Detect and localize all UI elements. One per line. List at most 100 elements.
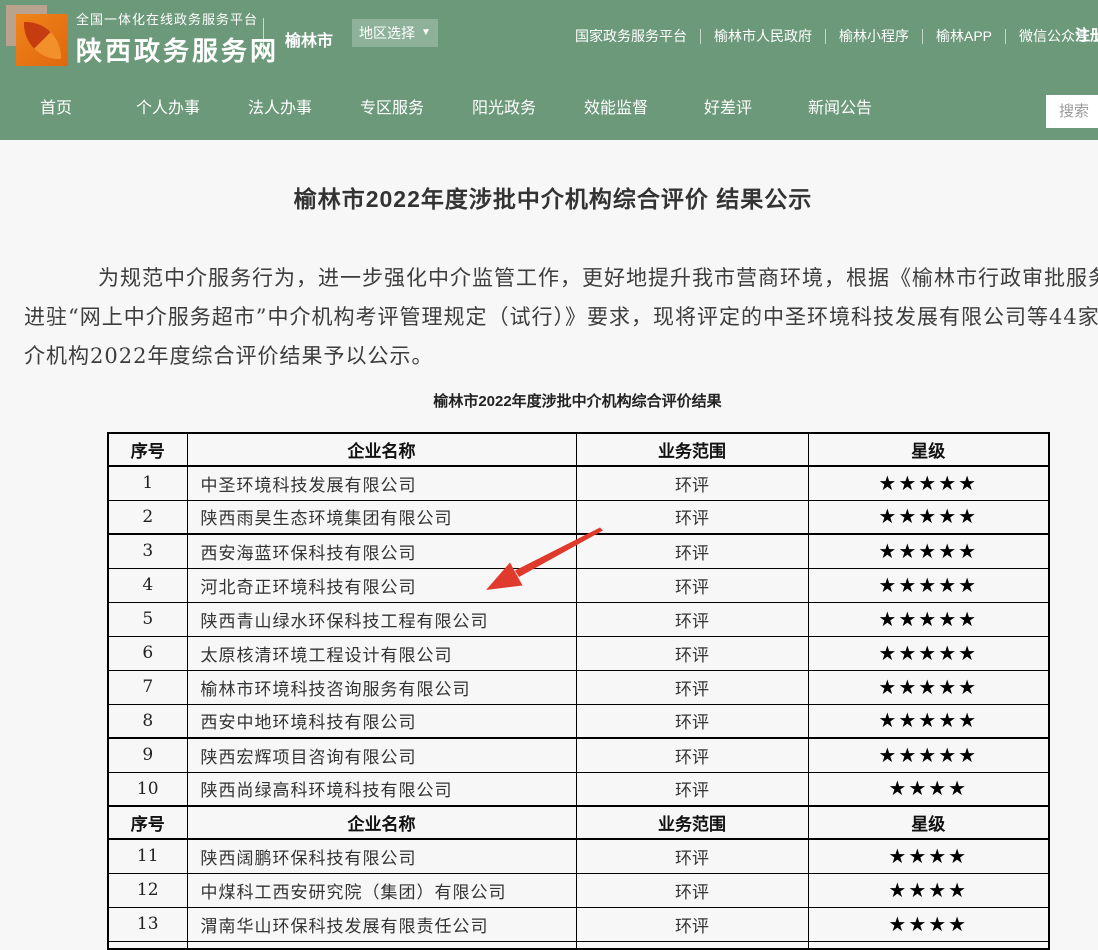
cell-name: 西安中地环境科技有限公司 [187,704,576,738]
cell-no: 10 [108,772,187,806]
cell-scope: 环评 [576,636,808,670]
star-rating: ★★★★ [808,772,1049,806]
cell-scope: 环评 [576,704,808,738]
column-header: 序号 [108,433,187,466]
cell-name: 陕西青山绿水环保科技工程有限公司 [187,602,576,636]
cell-no: 5 [108,602,187,636]
cell-name: 陕西雨昊生态环境集团有限公司 [187,500,576,534]
nav-item[interactable]: 新闻公告 [784,94,896,118]
nav-item[interactable]: 专区服务 [336,94,448,118]
column-header: 业务范围 [576,433,808,466]
region-selector-button[interactable]: 地区选择 ▼ [352,19,438,47]
cell-name: 中煤科工西安研究院（集团）有限公司 [187,873,576,907]
nav-menu: 首页个人办事法人办事专区服务阳光政务效能监督好差评新闻公告 [0,72,1098,140]
table-row: 6太原核清环境工程设计有限公司环评★★★★★ [108,636,1049,670]
nav-item[interactable]: 法人办事 [224,94,336,118]
cell-no: 6 [108,636,187,670]
cell-no: 13 [108,907,187,941]
star-rating: ★★★★★ [808,500,1049,534]
platform-tagline: 全国一体化在线政务服务平台 [76,9,279,28]
table-caption: 榆林市2022年度涉批中介机构综合评价结果 [107,390,1048,411]
main-navigation-bar: 首页个人办事法人办事专区服务阳光政务效能监督好差评新闻公告 [0,72,1098,140]
cell-scope: 环评 [576,568,808,602]
star-rating: ★★★★ [808,839,1049,873]
star-rating: ★★★★ [808,907,1049,941]
chevron-down-icon: ▼ [421,28,431,38]
star-rating: ★★★★★ [808,704,1049,738]
header-link[interactable]: 榆林小程序 [839,26,909,46]
cell-name: 渭南华山环保科技发展有限责任公司 [187,907,576,941]
cell-name: 陕西尚绿高科环境科技有限公司 [187,772,576,806]
cell-scope: 环评 [576,534,808,568]
cell-name: 榆林市环境科技咨询服务有限公司 [187,670,576,704]
table-row: 1中圣环境科技发展有限公司环评★★★★★ [108,466,1049,500]
star-rating: ★★★★★ [808,466,1049,500]
table-row-partial [108,941,1049,949]
star-rating: ★★★★★ [808,534,1049,568]
nav-item[interactable]: 个人办事 [112,94,224,118]
cell-no: 4 [108,568,187,602]
results-table: 序号企业名称业务范围星级1中圣环境科技发展有限公司环评★★★★★2陕西雨昊生态环… [107,432,1050,950]
nav-item[interactable]: 首页 [0,94,112,118]
site-name: 陕西政务服务网 [76,31,279,68]
brand-block: 全国一体化在线政务服务平台 陕西政务服务网 [76,9,279,68]
site-logo-icon [6,5,66,67]
star-rating: ★★★★★ [808,670,1049,704]
logo-orange-square [16,14,68,66]
header-link[interactable]: 榆林市人民政府 [714,26,812,46]
link-separator [1005,29,1006,44]
star-rating: ★★★★★ [808,602,1049,636]
nav-item[interactable]: 效能监督 [560,94,672,118]
current-city-label: 榆林市 [285,27,333,51]
empty-cell [576,941,808,949]
table-row: 9陕西宏辉项目咨询有限公司环评★★★★★ [108,738,1049,772]
brand-divider [263,18,264,58]
table-row: 3西安海蓝环保科技有限公司环评★★★★★ [108,534,1049,568]
column-header: 星级 [808,806,1049,839]
cell-no: 3 [108,534,187,568]
header-link[interactable]: 榆林APP [936,26,992,46]
column-header: 序号 [108,806,187,839]
cell-scope: 环评 [576,466,808,500]
cell-scope: 环评 [576,670,808,704]
cell-name: 河北奇正环境科技有限公司 [187,568,576,602]
link-separator [825,29,826,44]
cell-no: 11 [108,839,187,873]
column-header: 企业名称 [187,433,576,466]
column-header: 企业名称 [187,806,576,839]
region-selector-label: 地区选择 [359,23,415,43]
cell-name: 西安海蓝环保科技有限公司 [187,534,576,568]
star-rating: ★★★★★ [808,636,1049,670]
table-row: 12中煤科工西安研究院（集团）有限公司环评★★★★ [108,873,1049,907]
nav-item[interactable]: 阳光政务 [448,94,560,118]
table-header-row: 序号企业名称业务范围星级 [108,806,1049,839]
link-separator [922,29,923,44]
cell-no: 8 [108,704,187,738]
empty-cell [187,941,576,949]
star-rating: ★★★★★ [808,568,1049,602]
cell-scope: 环评 [576,839,808,873]
nav-item[interactable]: 好差评 [672,94,784,118]
star-rating: ★★★★★ [808,738,1049,772]
page-title: 榆林市2022年度涉批中介机构综合评价 结果公示 [0,180,1098,214]
cell-scope: 环评 [576,873,808,907]
cell-no: 1 [108,466,187,500]
cell-name: 中圣环境科技发展有限公司 [187,466,576,500]
table-row: 10陕西尚绿高科环境科技有限公司环评★★★★ [108,772,1049,806]
top-header-bar: 全国一体化在线政务服务平台 陕西政务服务网 榆林市 地区选择 ▼ 国家政务服务平… [0,0,1098,72]
empty-cell [108,941,187,949]
table-row: 5陕西青山绿水环保科技工程有限公司环评★★★★★ [108,602,1049,636]
register-link[interactable]: 注册 [1075,24,1098,45]
cell-no: 12 [108,873,187,907]
header-link[interactable]: 国家政务服务平台 [575,26,687,46]
results-table-wrap: 序号企业名称业务范围星级1中圣环境科技发展有限公司环评★★★★★2陕西雨昊生态环… [107,432,1050,950]
search-input[interactable] [1046,95,1098,128]
cell-no: 2 [108,500,187,534]
star-rating: ★★★★ [808,873,1049,907]
column-header: 业务范围 [576,806,808,839]
cell-scope: 环评 [576,500,808,534]
table-row: 2陕西雨昊生态环境集团有限公司环评★★★★★ [108,500,1049,534]
column-header: 星级 [808,433,1049,466]
cell-scope: 环评 [576,772,808,806]
link-separator [700,29,701,44]
